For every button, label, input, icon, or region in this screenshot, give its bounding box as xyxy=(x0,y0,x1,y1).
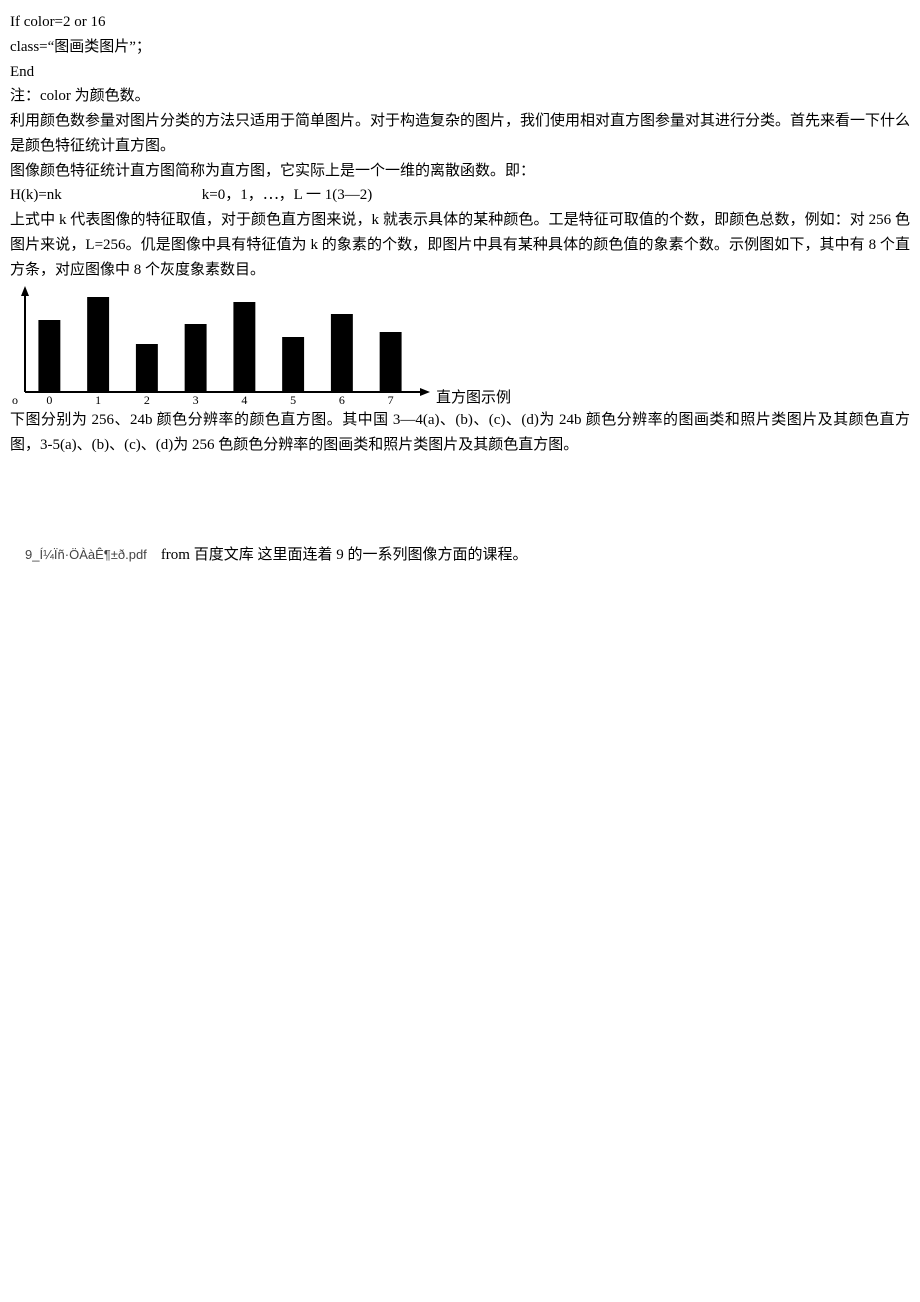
formula-right: k=0，1，⋯，L 一 1(3—2) xyxy=(202,187,372,203)
paragraph-figures: 下图分别为 256、24b 颜色分辨率的颜色直方图。其中国 3—4(a)、(b)… xyxy=(10,408,910,458)
code-line-if: If color=2 or 16 xyxy=(10,10,910,35)
attachment-row: 9_Í¼Ïñ·ÖÀàÊ¶±ð.pdf from 百度文库 这里面连着 9 的一系… xyxy=(10,543,910,568)
paragraph-explanation: 上式中 k 代表图像的特征取值，对于颜色直方图来说，k 就表示具体的某种颜色。工… xyxy=(10,208,910,282)
histogram-caption: 直方图示例 xyxy=(436,391,511,406)
svg-text:6: 6 xyxy=(339,393,345,406)
svg-text:3: 3 xyxy=(193,393,199,406)
svg-text:1: 1 xyxy=(95,393,101,406)
paragraph-histogram-def: 图像颜色特征统计直方图简称为直方图，它实际上是一个一维的离散函数。即： xyxy=(10,159,910,184)
svg-text:2: 2 xyxy=(144,393,150,406)
note-color: 注：color 为颜色数。 xyxy=(10,84,910,109)
svg-text:5: 5 xyxy=(290,393,296,406)
paragraph-intro: 利用颜色数参量对图片分类的方法只适用于简单图片。对于构造复杂的图片，我们使用相对… xyxy=(10,109,910,159)
histogram-svg: 0 1 2 3 4 5 6 7 o xyxy=(10,286,430,406)
histogram-chart: 0 1 2 3 4 5 6 7 o 直方图示例 xyxy=(10,286,910,406)
code-line-class: class=“图画类图片”； xyxy=(10,35,910,60)
svg-text:7: 7 xyxy=(388,393,394,406)
svg-text:o: o xyxy=(12,393,18,406)
formula-left: H(k)=nk xyxy=(10,187,62,203)
attachment-description: from 百度文库 这里面连着 9 的一系列图像方面的课程。 xyxy=(161,543,528,568)
code-line-end: End xyxy=(10,60,910,85)
formula-hk: H(k)=nk k=0，1，⋯，L 一 1(3—2) xyxy=(10,183,910,208)
attachment-filename: 9_Í¼Ïñ·ÖÀàÊ¶±ð.pdf xyxy=(25,544,147,565)
svg-text:4: 4 xyxy=(241,393,247,406)
svg-text:0: 0 xyxy=(46,393,52,406)
